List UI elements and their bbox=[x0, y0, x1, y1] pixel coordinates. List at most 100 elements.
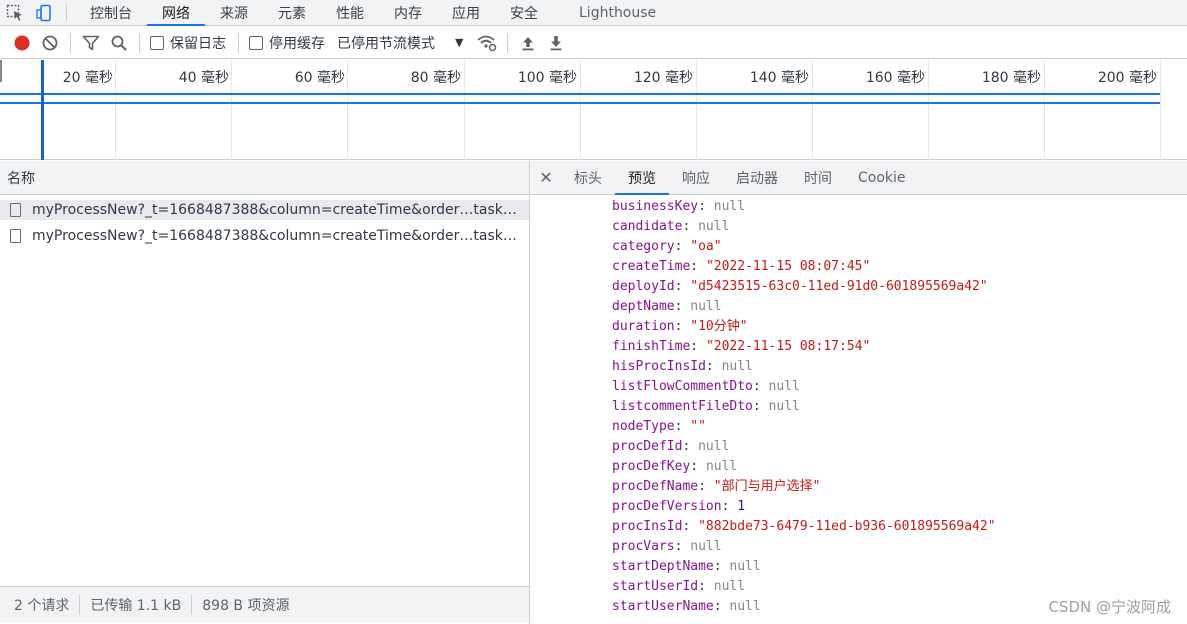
json-key: startUserName bbox=[612, 599, 714, 614]
request-row[interactable]: myProcessNew?_t=1668487388&column=create… bbox=[0, 200, 529, 220]
request-row[interactable]: myProcessNew?_t=1668487388&column=create… bbox=[0, 226, 529, 246]
json-colon: : bbox=[674, 279, 691, 294]
json-colon: : bbox=[674, 539, 691, 554]
record-icon bbox=[14, 35, 30, 50]
json-property[interactable]: deptName: null bbox=[612, 297, 1187, 317]
json-property[interactable]: procDefVersion: 1 bbox=[612, 497, 1187, 517]
json-property[interactable]: listcommentFileDto: null bbox=[612, 397, 1187, 417]
json-property[interactable]: createTime: "2022-11-15 08:07:45" bbox=[612, 257, 1187, 277]
transferred-size: 已传输 1.1 kB bbox=[90, 597, 182, 614]
clear-button[interactable] bbox=[36, 29, 64, 57]
resources-size: 898 B 项资源 bbox=[202, 597, 290, 614]
json-property[interactable]: finishTime: "2022-11-15 08:17:54" bbox=[612, 337, 1187, 357]
tab-lighthouse[interactable]: Lighthouse bbox=[553, 0, 671, 25]
tab-headers[interactable]: 标头 bbox=[561, 161, 615, 194]
close-icon[interactable]: ✕ bbox=[531, 161, 561, 194]
inspect-element-button[interactable] bbox=[0, 0, 30, 25]
timeline-cursor[interactable] bbox=[41, 60, 44, 160]
timeline-request-bar bbox=[0, 93, 1160, 95]
json-value: null bbox=[729, 559, 761, 574]
preserve-log-checkbox[interactable]: 保留日志 bbox=[150, 33, 226, 53]
json-key: startUserId bbox=[612, 579, 699, 594]
upload-icon bbox=[522, 36, 534, 50]
tab-elements[interactable]: 元素 bbox=[263, 0, 321, 25]
record-button[interactable] bbox=[8, 29, 36, 57]
json-property[interactable]: procDefKey: null bbox=[612, 457, 1187, 477]
checkbox-box[interactable] bbox=[249, 35, 263, 50]
json-property[interactable]: procDefId: null bbox=[612, 437, 1187, 457]
json-value: null bbox=[713, 579, 746, 594]
checkbox-box[interactable] bbox=[150, 35, 164, 50]
json-colon: : bbox=[698, 199, 714, 214]
json-colon: : bbox=[713, 559, 730, 574]
tab-response[interactable]: 响应 bbox=[669, 161, 723, 194]
tab-preview[interactable]: 预览 bbox=[615, 161, 669, 195]
import-har-button[interactable] bbox=[514, 29, 542, 57]
tab-initiator[interactable]: 启动器 bbox=[723, 161, 791, 194]
timeline-tick-label: 80 毫秒 bbox=[410, 70, 461, 86]
device-toolbar-button[interactable] bbox=[30, 0, 60, 25]
tab-application[interactable]: 应用 bbox=[437, 0, 495, 25]
json-property[interactable]: deployId: "d5423515-63c0-11ed-91d0-60189… bbox=[612, 277, 1187, 297]
json-value: null bbox=[705, 459, 738, 474]
json-key: finishTime bbox=[612, 339, 691, 354]
timeline-tick-label: 40 毫秒 bbox=[178, 70, 229, 86]
tab-timing[interactable]: 时间 bbox=[791, 161, 845, 194]
json-colon: : bbox=[674, 239, 691, 254]
json-key: createTime bbox=[612, 259, 691, 274]
tab-cookies[interactable]: Cookie bbox=[845, 161, 919, 194]
device-mobile-icon bbox=[36, 4, 51, 21]
json-key: candidate bbox=[612, 219, 683, 234]
disable-cache-checkbox[interactable]: 停用缓存 bbox=[249, 33, 325, 53]
tab-console[interactable]: 控制台 bbox=[75, 0, 147, 25]
throttling-select[interactable]: 已停用节流模式 ▼ bbox=[337, 33, 463, 53]
toolbar-divider bbox=[139, 32, 140, 53]
json-preview[interactable]: businessKey: null candidate: null category… bbox=[531, 195, 1187, 617]
json-value: null bbox=[721, 359, 753, 374]
json-property[interactable]: procDefName: "部门与用户选择" bbox=[612, 477, 1187, 497]
json-property[interactable]: hisProcInsId: null bbox=[612, 357, 1187, 377]
json-value: null bbox=[698, 439, 730, 454]
json-colon: : bbox=[705, 359, 722, 374]
network-overview-timeline[interactable]: 20 毫秒 40 毫秒 60 毫秒 80 毫秒 100 毫秒 120 毫秒 14… bbox=[0, 60, 1187, 160]
tab-memory[interactable]: 内存 bbox=[379, 0, 437, 25]
tab-network[interactable]: 网络 bbox=[147, 0, 205, 26]
json-property[interactable]: listFlowCommentDto: null bbox=[612, 377, 1187, 397]
json-value: "oa" bbox=[690, 239, 722, 254]
json-key: hisProcInsId bbox=[612, 359, 706, 374]
document-icon bbox=[10, 229, 21, 243]
tab-performance[interactable]: 性能 bbox=[321, 0, 379, 25]
json-property[interactable]: procVars: null bbox=[612, 537, 1187, 557]
json-property[interactable]: candidate: null bbox=[612, 217, 1187, 237]
watermark: CSDN @宁波阿成 bbox=[1048, 598, 1171, 616]
json-property[interactable]: procInsId: "882bde73-6479-11ed-b936-6018… bbox=[612, 517, 1187, 537]
export-har-button[interactable] bbox=[542, 29, 570, 57]
json-value: null bbox=[768, 379, 800, 394]
preserve-log-label: 保留日志 bbox=[170, 35, 226, 52]
network-conditions-button[interactable] bbox=[473, 29, 501, 57]
json-property[interactable]: businessKey: null bbox=[612, 197, 1187, 217]
tab-sources[interactable]: 来源 bbox=[205, 0, 263, 25]
filter-button[interactable] bbox=[77, 29, 105, 57]
timeline-tick-label: 120 毫秒 bbox=[633, 70, 693, 86]
json-property[interactable]: startDeptName: null bbox=[612, 557, 1187, 577]
json-key: procVars bbox=[612, 539, 675, 554]
download-icon bbox=[550, 35, 562, 50]
json-value: "2022-11-15 08:17:54" bbox=[705, 339, 871, 354]
json-property[interactable]: duration: "10分钟" bbox=[612, 317, 1187, 337]
json-value: null bbox=[729, 599, 761, 614]
timeline-ticks: 20 毫秒 40 毫秒 60 毫秒 80 毫秒 100 毫秒 120 毫秒 14… bbox=[0, 60, 1187, 90]
name-column-header[interactable]: 名称 bbox=[0, 161, 529, 195]
toolbar-divider bbox=[66, 4, 67, 21]
search-button[interactable] bbox=[105, 29, 133, 57]
json-property[interactable]: category: "oa" bbox=[612, 237, 1187, 257]
json-key: category bbox=[612, 239, 675, 254]
tab-security[interactable]: 安全 bbox=[495, 0, 553, 25]
json-property[interactable]: startUserId: null bbox=[612, 577, 1187, 597]
panel-tabs: 控制台 网络 来源 元素 性能 内存 应用 安全 Lighthouse bbox=[75, 0, 671, 26]
json-value: "d5423515-63c0-11ed-91d0-601895569a42" bbox=[690, 279, 988, 294]
json-key: nodeType bbox=[612, 419, 675, 434]
document-icon bbox=[10, 203, 21, 217]
json-property[interactable]: nodeType: "" bbox=[612, 417, 1187, 437]
json-key: startDeptName bbox=[612, 559, 714, 574]
